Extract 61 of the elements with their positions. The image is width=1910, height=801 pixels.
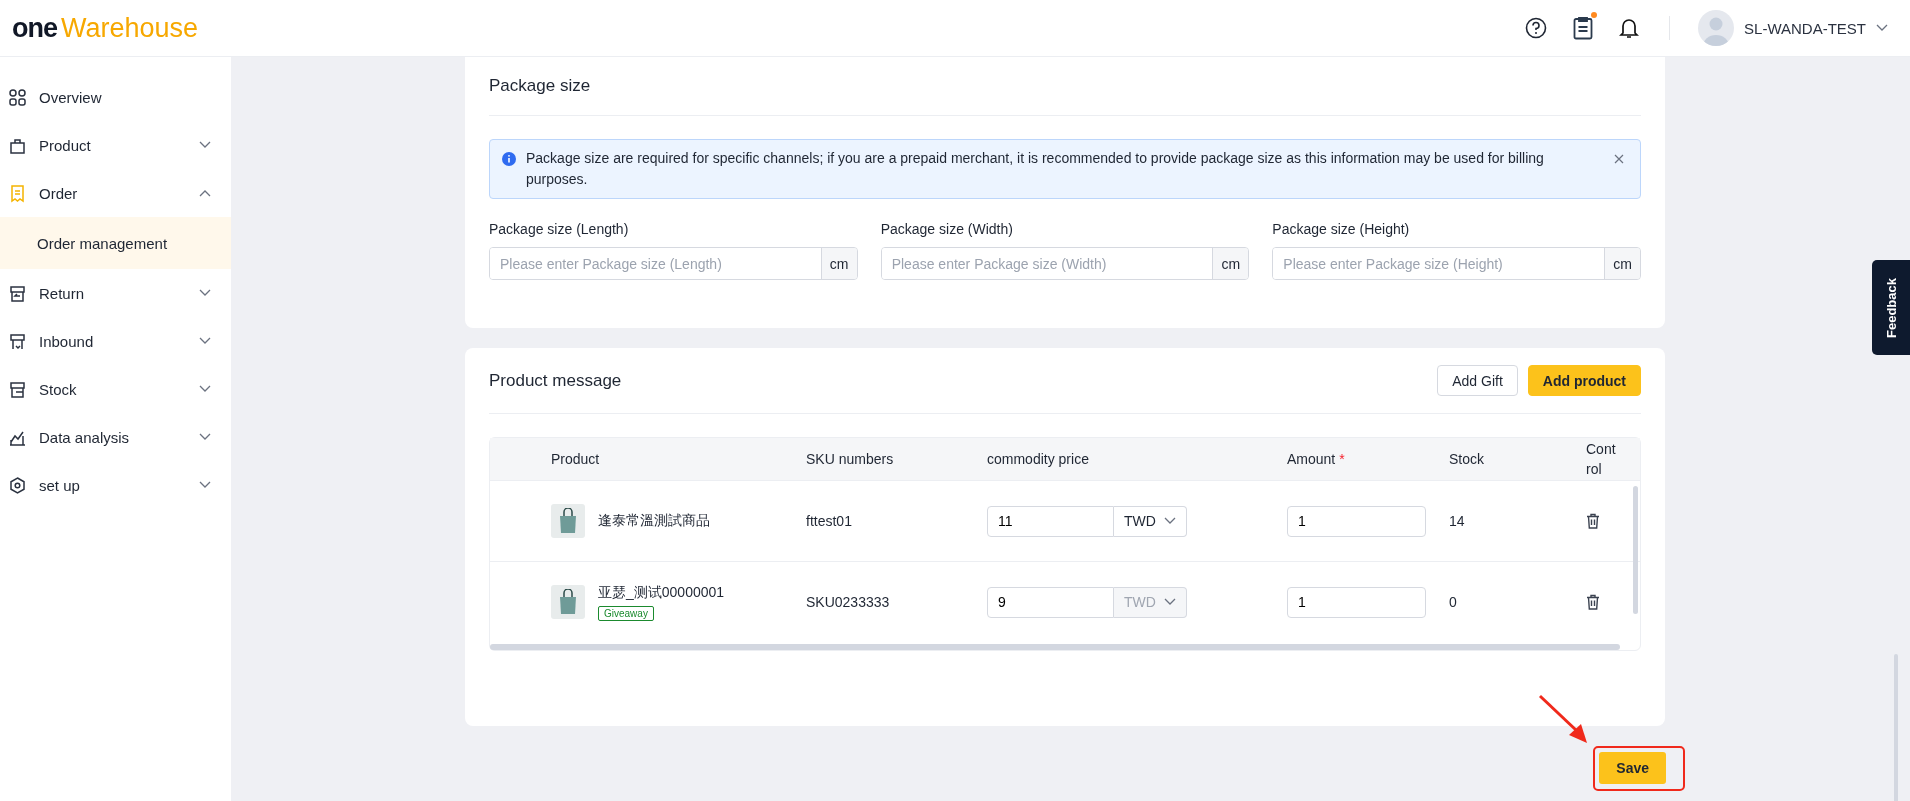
chevron-down-icon xyxy=(1163,598,1176,606)
feedback-tab[interactable]: Feedback xyxy=(1872,260,1910,355)
sidebar-subitem[interactable]: Order management xyxy=(0,217,231,269)
giveaway-tag: Giveaway xyxy=(598,605,654,621)
unit-addon: cm xyxy=(1212,248,1249,279)
chevron-down-icon xyxy=(1876,24,1888,32)
price-input[interactable]: 11 xyxy=(987,505,1114,537)
product-name: 亚瑟_测试00000001 xyxy=(598,583,725,602)
product-thumbnail xyxy=(551,504,585,538)
info-icon xyxy=(502,152,516,166)
close-icon[interactable] xyxy=(1614,154,1624,164)
table-cell-text: fttest01 xyxy=(806,513,853,529)
field-label: Package size (Length) xyxy=(489,221,630,237)
logo-text: Warehouse xyxy=(61,12,199,44)
annotation-arrow xyxy=(1537,693,1590,745)
section-title: Product message xyxy=(489,370,623,391)
sidebar-item[interactable]: set up xyxy=(0,461,231,509)
chevron-down-icon xyxy=(1163,517,1176,525)
sidebar-item[interactable]: Stock xyxy=(0,365,231,413)
scrollbar[interactable] xyxy=(1633,486,1638,614)
logo-text: one xyxy=(12,12,57,44)
add-gift-button[interactable]: Add Gift xyxy=(1437,365,1518,396)
sidebar-item[interactable]: Data analysis xyxy=(0,413,231,461)
alert-message: Package size are required for specific channels; if you are a prepaid merchant, it is recommended to provide package size as this information may be used for billing purposes. xyxy=(526,149,1545,189)
sidebar-item[interactable]: Inbound xyxy=(0,317,231,365)
column-header: Product xyxy=(551,451,601,467)
table-cell-text: 14 xyxy=(1449,513,1466,529)
unit-addon: cm xyxy=(820,248,857,279)
save-button[interactable]: Save xyxy=(1599,752,1666,784)
unit-addon: cm xyxy=(1604,248,1640,279)
column-header: Stock xyxy=(1449,451,1485,467)
help-icon[interactable] xyxy=(1525,17,1548,39)
price-input[interactable]: 9 xyxy=(987,586,1114,618)
sidebar-item[interactable]: Order xyxy=(0,169,231,217)
amount-input[interactable]: 1 xyxy=(1287,586,1426,618)
section-title: Package size xyxy=(489,76,592,96)
table-cell-text: SKU0233333 xyxy=(806,594,891,610)
column-header: Control xyxy=(1586,440,1617,479)
scrollbar[interactable] xyxy=(490,644,1620,650)
sidebar-item[interactable]: Product xyxy=(0,121,231,169)
input-field[interactable]: Please enter Package size (Length) cm xyxy=(489,247,858,280)
input-field[interactable]: Please enter Package size (Width) cm xyxy=(880,247,1250,280)
column-header: commodity price xyxy=(987,451,1090,467)
trash-icon[interactable] xyxy=(1586,513,1600,529)
product-thumbnail xyxy=(551,585,585,619)
product-name: 逢泰常溫測試商品 xyxy=(598,512,710,530)
sidebar-item[interactable]: Return xyxy=(0,269,231,317)
trash-icon[interactable] xyxy=(1586,594,1600,610)
table-cell-text: 0 xyxy=(1449,594,1458,610)
column-header: SKU numbers xyxy=(806,451,895,467)
sidebar-item[interactable]: Overview xyxy=(0,73,231,121)
add-product-button[interactable]: Add product xyxy=(1527,365,1641,396)
bell-icon[interactable] xyxy=(1619,17,1640,39)
column-header: Amount * xyxy=(1287,451,1346,467)
amount-input[interactable]: 1 xyxy=(1287,505,1426,537)
currency-select: TWD xyxy=(1114,586,1187,618)
field-label: Package size (Width) xyxy=(880,221,1014,237)
field-label: Package size (Height) xyxy=(1272,221,1411,237)
user-name[interactable]: SL-WANDA-TEST xyxy=(1744,19,1866,37)
input-field[interactable]: Please enter Package size (Height) cm xyxy=(1272,247,1641,280)
currency-select[interactable]: TWD xyxy=(1114,505,1187,537)
